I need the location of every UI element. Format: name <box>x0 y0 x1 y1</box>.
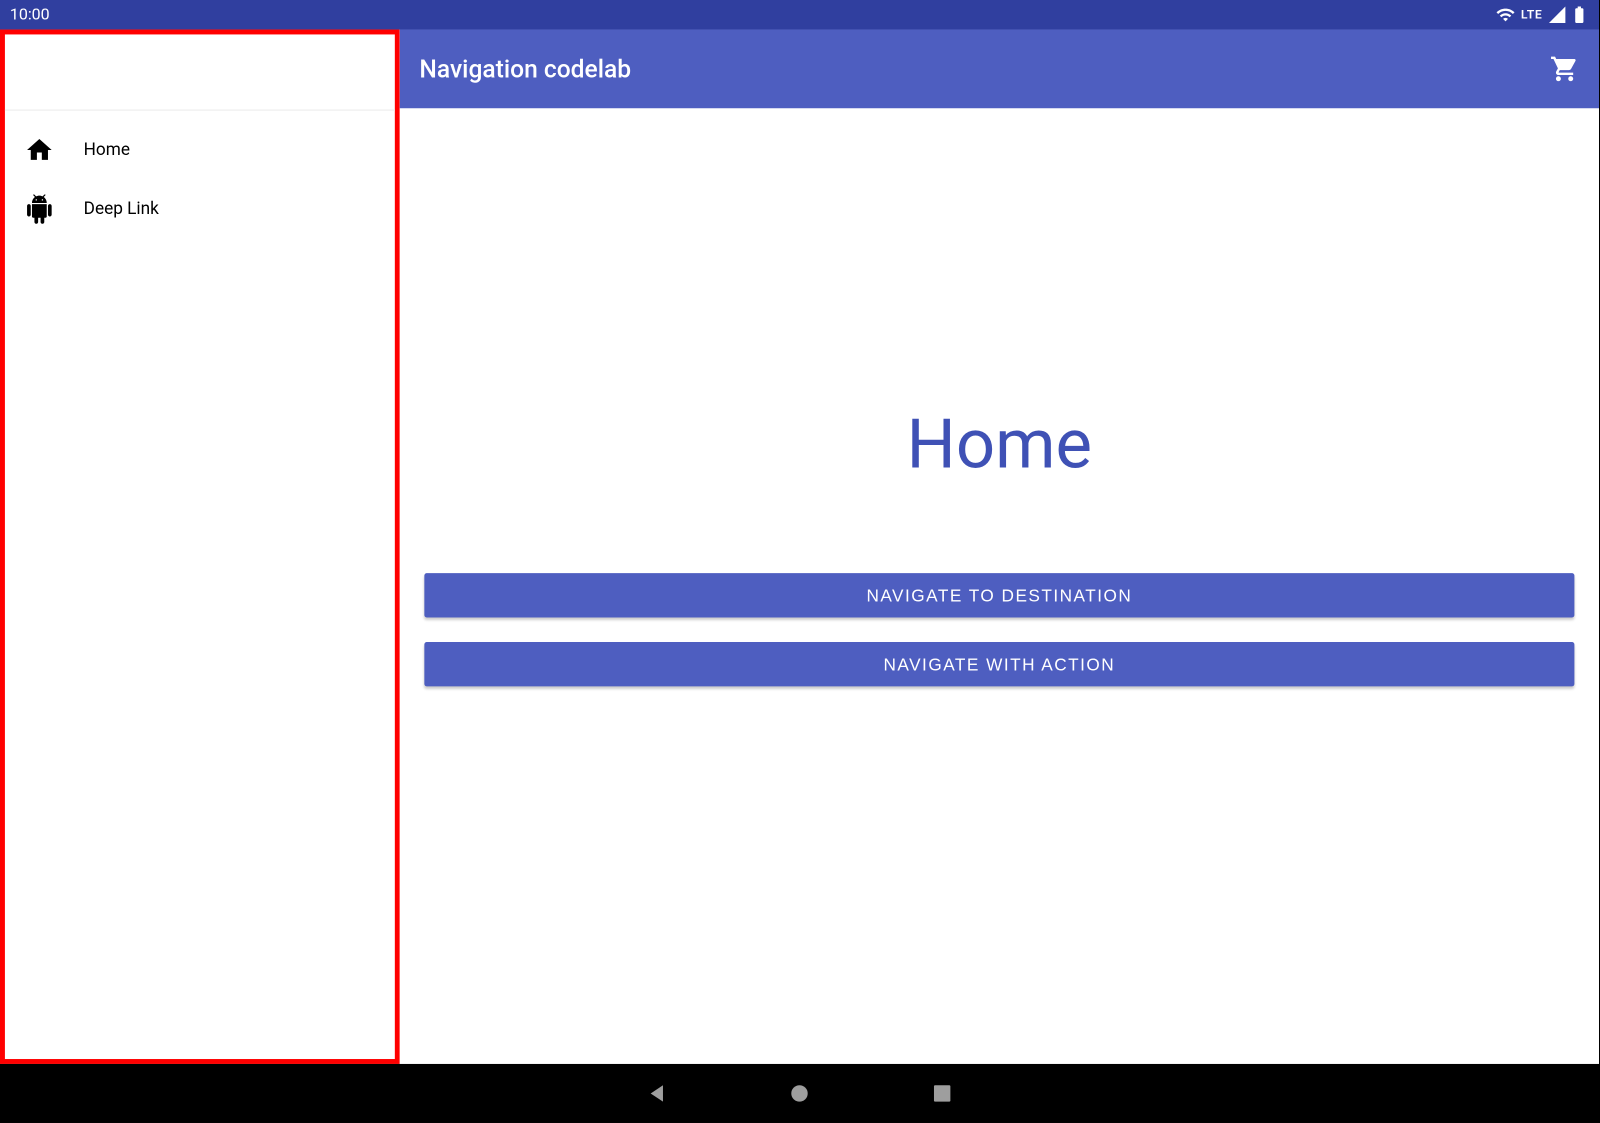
overview-button-icon[interactable] <box>930 1081 955 1106</box>
app-bar-title: Navigation codelab <box>419 54 631 84</box>
wifi-icon <box>1496 5 1516 25</box>
navigation-drawer: Home Deep Link <box>0 30 400 1064</box>
status-bar: 10:00 LTE <box>0 0 1599 30</box>
app-bar: Navigation codelab <box>400 30 1599 109</box>
page-content: Home NAVIGATE TO DESTINATION NAVIGATE WI… <box>400 108 1599 1064</box>
clock-text: 10:00 <box>10 6 50 24</box>
home-button-icon[interactable] <box>787 1081 812 1106</box>
back-button-icon[interactable] <box>645 1081 670 1106</box>
drawer-list: Home Deep Link <box>5 111 395 239</box>
navigate-to-destination-button[interactable]: NAVIGATE TO DESTINATION <box>424 573 1574 617</box>
main-content-area: Navigation codelab Home NAVIGATE TO DEST… <box>400 30 1599 1064</box>
battery-icon <box>1569 5 1589 25</box>
cellular-signal-icon <box>1547 5 1567 25</box>
navigate-with-action-button[interactable]: NAVIGATE WITH ACTION <box>424 642 1574 686</box>
network-type-label: LTE <box>1521 8 1543 22</box>
shopping-cart-icon[interactable] <box>1550 54 1580 84</box>
android-icon <box>25 194 55 224</box>
drawer-item-label: Home <box>84 140 130 160</box>
system-navigation-bar <box>0 1064 1599 1123</box>
drawer-item-label: Deep Link <box>84 199 159 219</box>
status-icons: LTE <box>1496 5 1589 25</box>
drawer-header <box>5 34 395 110</box>
house-icon <box>25 135 55 165</box>
page-heading: Home <box>907 403 1092 484</box>
drawer-item-home[interactable]: Home <box>5 121 395 180</box>
drawer-item-deep-link[interactable]: Deep Link <box>5 180 395 239</box>
